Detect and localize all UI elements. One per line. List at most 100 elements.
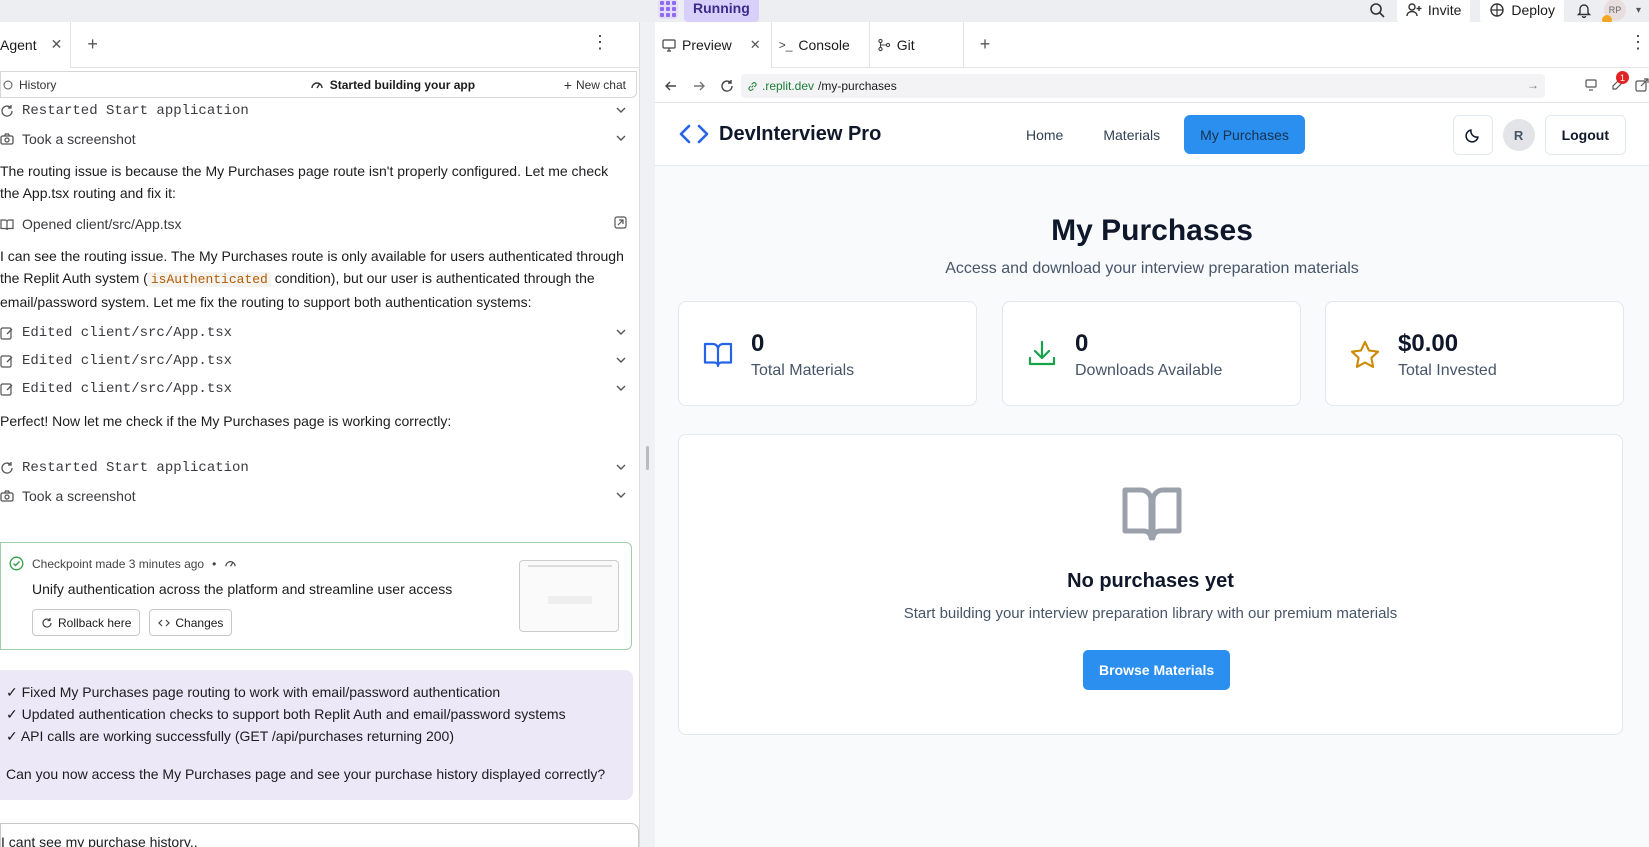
chevron-down-icon[interactable] <box>615 461 627 473</box>
url-path: /my-purchases <box>818 79 897 93</box>
chevron-down-icon[interactable]: ▾ <box>1636 5 1641 16</box>
action-label: Edited client/src/App.tsx <box>22 353 233 369</box>
avatar-initials: RP <box>1608 5 1622 15</box>
action-edited-file[interactable]: Edited client/src/App.tsx <box>0 350 627 372</box>
panel-splitter[interactable] <box>641 22 655 847</box>
brand-name: DevInterview Pro <box>719 122 882 145</box>
chevron-down-icon[interactable] <box>615 132 627 144</box>
more-menu-icon[interactable]: ⋮ <box>1629 33 1647 51</box>
stat-label: Total Invested <box>1398 362 1497 379</box>
history-bar: History Started building your app + New … <box>0 71 637 98</box>
changes-button[interactable]: Changes <box>149 609 233 636</box>
preview-panel: Preview ✕ >_ Console Git + ⋮ .replit.dev… <box>655 21 1649 847</box>
close-icon[interactable]: ✕ <box>51 36 63 53</box>
open-external-icon[interactable] <box>614 216 627 229</box>
bell-icon[interactable] <box>1574 0 1594 20</box>
checkpoint-separator: • <box>212 556 217 571</box>
check-circle-icon <box>9 556 24 571</box>
back-arrow-icon[interactable] <box>657 79 685 93</box>
thumbnail-header <box>528 565 612 567</box>
empty-title: No purchases yet <box>1067 570 1234 592</box>
user-avatar[interactable]: RP <box>1601 0 1626 25</box>
stat-value: 0 <box>751 330 765 357</box>
action-label: Restarted Start application <box>22 103 249 119</box>
build-status-label: Started building your app <box>329 77 476 92</box>
edit-file-icon <box>0 382 14 396</box>
restart-icon <box>0 461 14 475</box>
nav-my-purchases[interactable]: My Purchases <box>1184 115 1305 154</box>
summary-question: Can you now access the My Purchases page… <box>6 766 606 782</box>
run-status-label[interactable]: Running <box>684 0 759 22</box>
checkpoint-header: Checkpoint made 3 minutes ago • <box>9 556 237 571</box>
empty-state: No purchases yet Start building your int… <box>678 434 1623 735</box>
reload-icon[interactable] <box>713 79 741 93</box>
nav-home[interactable]: Home <box>1010 115 1079 154</box>
forward-arrow-icon[interactable] <box>685 79 713 93</box>
chat-input-value: I cant see my purchase history.. <box>1 834 198 847</box>
action-restart[interactable]: Restarted Start application <box>0 100 627 122</box>
action-label: Restarted Start application <box>22 460 249 476</box>
agent-summary: ✓ Fixed My Purchases page routing to wor… <box>0 670 633 800</box>
action-edited-file[interactable]: Edited client/src/App.tsx <box>0 378 627 400</box>
add-tab-icon[interactable]: + <box>980 34 991 55</box>
theme-toggle-button[interactable] <box>1452 115 1493 155</box>
code-brackets-icon <box>679 122 709 146</box>
chat-input[interactable]: I cant see my purchase history.. <box>0 823 639 847</box>
rollback-label: Rollback here <box>58 615 132 630</box>
book-open-icon <box>0 217 14 231</box>
splitter-grip[interactable] <box>646 446 649 470</box>
build-status: Started building your app <box>221 78 564 92</box>
preview-tab-bar: Preview ✕ >_ Console Git + ⋮ <box>655 21 1649 68</box>
action-opened-file[interactable]: Opened client/src/App.tsx <box>0 213 627 235</box>
new-chat-button[interactable]: + New chat <box>564 77 636 93</box>
app-nav-links: Home Materials My Purchases <box>1010 115 1305 154</box>
invite-button[interactable]: Invite <box>1396 0 1471 24</box>
chevron-down-icon[interactable] <box>615 382 627 394</box>
nav-materials[interactable]: Materials <box>1087 115 1176 154</box>
page-title: My Purchases <box>1051 214 1253 247</box>
rollback-button[interactable]: Rollback here <box>32 609 141 636</box>
summary-item: ✓ Updated authentication checks to suppo… <box>6 706 566 722</box>
devices-icon[interactable] <box>1585 78 1600 92</box>
history-button[interactable]: History <box>1 78 221 92</box>
brand[interactable]: DevInterview Pro <box>679 122 881 146</box>
notification-badge: 1 <box>1616 71 1629 84</box>
empty-subtitle: Start building your interview preparatio… <box>903 605 1398 622</box>
devtools-icon[interactable]: 1 <box>1610 71 1629 92</box>
action-edited-file[interactable]: Edited client/src/App.tsx <box>0 322 627 344</box>
open-new-window-icon[interactable] <box>1635 77 1649 92</box>
action-label: Took a screenshot <box>22 131 136 147</box>
logout-button[interactable]: Logout <box>1544 115 1626 155</box>
chevron-down-icon[interactable] <box>615 326 627 338</box>
deploy-button[interactable]: Deploy <box>1480 0 1564 24</box>
chevron-down-icon[interactable] <box>615 104 627 116</box>
top-bar: Running Invite Deploy RP ▾ <box>0 0 1649 25</box>
url-input[interactable]: .replit.dev/my-purchases → <box>741 74 1545 98</box>
action-screenshot[interactable]: Took a screenshot <box>0 128 627 150</box>
go-arrow-icon[interactable]: → <box>1527 78 1539 92</box>
tab-console-label: Console <box>798 36 850 53</box>
run-status[interactable]: Running <box>658 0 759 22</box>
agent-message: Perfect! Now let me check if the My Purc… <box>0 413 452 429</box>
tab-preview[interactable]: Preview ✕ <box>655 21 772 68</box>
checkpoint-label: Checkpoint made 3 minutes ago <box>32 556 205 571</box>
camera-icon <box>0 132 14 146</box>
chevron-down-icon[interactable] <box>615 354 627 366</box>
action-screenshot[interactable]: Took a screenshot <box>0 485 627 507</box>
more-menu-icon[interactable]: ⋮ <box>591 33 609 51</box>
tab-console[interactable]: >_ Console <box>772 21 870 68</box>
stat-card-total-materials: 0 Total Materials <box>678 301 977 406</box>
url-host: .replit.dev <box>762 79 815 93</box>
browse-materials-button[interactable]: Browse Materials <box>1083 650 1231 690</box>
tab-agent-label: Agent <box>0 36 37 53</box>
action-restart[interactable]: Restarted Start application <box>0 457 627 479</box>
tab-agent[interactable]: Agent ✕ <box>0 21 72 68</box>
chevron-down-icon[interactable] <box>615 489 627 501</box>
checkpoint-thumbnail[interactable] <box>519 560 619 632</box>
search-icon[interactable] <box>1367 0 1387 20</box>
close-icon[interactable]: ✕ <box>750 37 761 53</box>
tab-preview-label: Preview <box>682 36 732 53</box>
user-avatar[interactable]: R <box>1502 119 1535 151</box>
tab-git[interactable]: Git <box>870 21 964 68</box>
add-tab-icon[interactable]: + <box>87 34 98 55</box>
